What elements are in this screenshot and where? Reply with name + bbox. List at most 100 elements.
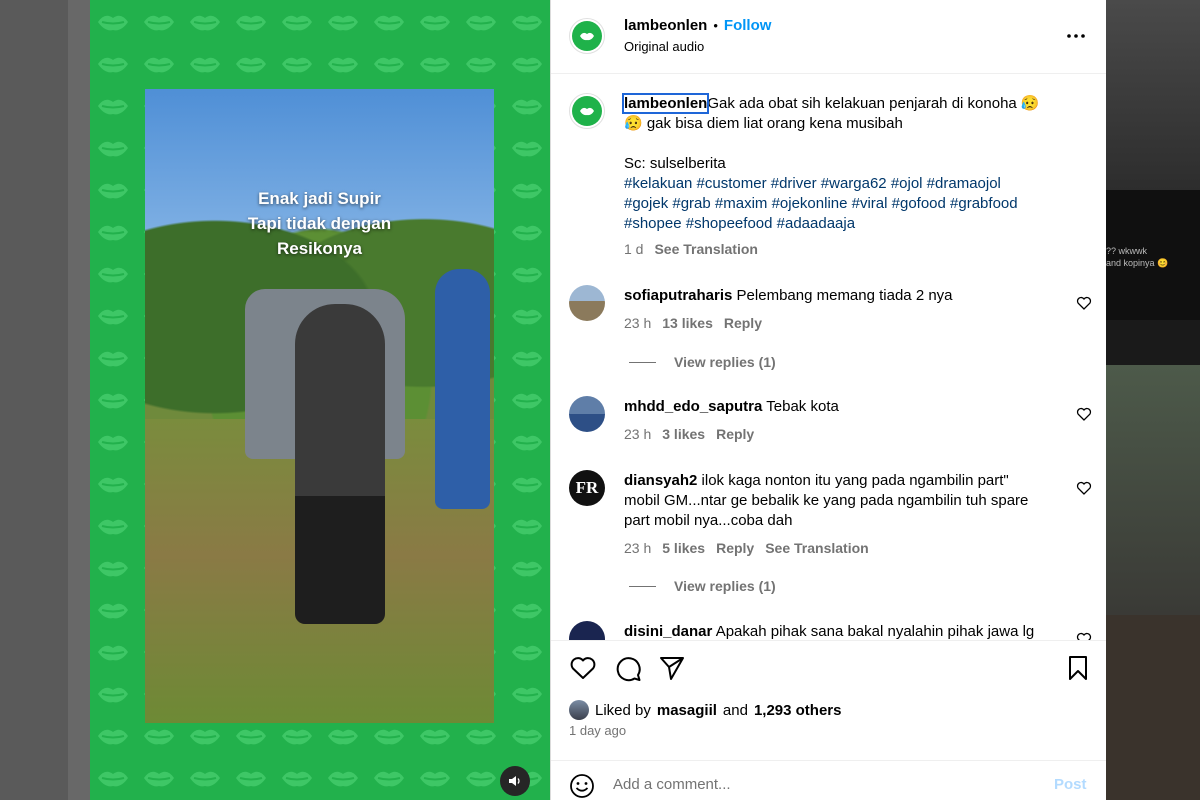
comment-text: disini_danar Apakah pihak sana bakal nya… bbox=[624, 622, 1069, 640]
dimmed-background-right: ?? wkwwk and kopinya 😊 bbox=[1106, 0, 1200, 800]
dimmed-background-left bbox=[0, 0, 90, 800]
caption-line2: 😥 gak bisa diem liat orang kena musibah bbox=[624, 115, 903, 132]
comment-body: Pelembang memang tiada 2 nya bbox=[736, 287, 953, 304]
mute-button[interactable] bbox=[500, 766, 530, 796]
background-snippet-line: ?? wkwwk bbox=[1106, 246, 1148, 256]
comment-meta: 23 h 13 likes Reply bbox=[624, 315, 762, 331]
view-replies-label: View replies (1) bbox=[674, 354, 776, 370]
comment-username[interactable]: disini_danar bbox=[624, 623, 712, 640]
post-media[interactable]: Enak jadi Supir Tapi tidak dengan Resiko… bbox=[90, 0, 550, 800]
follow-button[interactable]: Follow bbox=[724, 17, 772, 34]
send-icon[interactable] bbox=[659, 655, 685, 681]
post-detail-panel: lambeonlen • Follow Original audio lambe… bbox=[550, 0, 1106, 800]
heart-icon[interactable] bbox=[1076, 406, 1092, 422]
comment-body: Tebak kota bbox=[766, 398, 839, 415]
lips-logo-icon bbox=[580, 107, 594, 116]
post-caption: lambeonlenGak ada obat sih kelakuan penj… bbox=[621, 93, 1069, 234]
comment-meta: 23 h 3 likes Reply bbox=[624, 426, 754, 442]
comment-username[interactable]: diansyah2 bbox=[624, 472, 697, 489]
header-separator: • bbox=[713, 18, 718, 33]
author-avatar[interactable] bbox=[569, 18, 605, 54]
comment-username[interactable]: sofiaputraharis bbox=[624, 287, 732, 304]
background-tile bbox=[1106, 615, 1200, 800]
add-comment-bar: Add a comment... Post bbox=[551, 760, 1106, 800]
heart-icon[interactable] bbox=[569, 655, 597, 681]
overlay-line: Tapi tidak dengan bbox=[247, 214, 392, 233]
reply-button[interactable]: Reply bbox=[724, 315, 762, 331]
liker-username[interactable]: masagiil bbox=[657, 702, 717, 719]
background-tile bbox=[1106, 365, 1200, 615]
comment-body: Apakah pihak sana bakal nyalahin pihak j… bbox=[715, 623, 1035, 640]
avatar-initials: FR bbox=[575, 478, 599, 497]
comment-body: part mobil nya...coba dah bbox=[624, 512, 793, 529]
video-frame[interactable]: Enak jadi Supir Tapi tidak dengan Resiko… bbox=[145, 89, 494, 723]
replies-line bbox=[629, 361, 656, 363]
caption-meta: 1 d See Translation bbox=[624, 241, 758, 257]
comment-time[interactable]: 23 h bbox=[624, 426, 651, 442]
speaker-icon bbox=[509, 776, 520, 786]
comment-icon[interactable] bbox=[614, 655, 642, 683]
see-translation-button[interactable]: See Translation bbox=[765, 540, 868, 556]
see-translation-button[interactable]: See Translation bbox=[654, 241, 757, 257]
post-comment-button[interactable]: Post bbox=[1054, 776, 1087, 793]
reply-button[interactable]: Reply bbox=[716, 426, 754, 442]
view-replies-button[interactable]: View replies (1) bbox=[629, 354, 776, 370]
video-person-driver bbox=[295, 304, 385, 624]
comment-body: ilok kaga nonton itu yang pada ngambilin… bbox=[701, 472, 1009, 489]
video-text-overlay: Enak jadi Supir Tapi tidak dengan Resiko… bbox=[145, 186, 494, 261]
replies-line bbox=[629, 585, 656, 587]
post-header: lambeonlen • Follow Original audio bbox=[551, 0, 1106, 74]
comment-likes[interactable]: 3 likes bbox=[662, 426, 705, 442]
caption-line1: Gak ada obat sih kelakuan penjarah di ko… bbox=[707, 95, 1040, 112]
comment-avatar[interactable] bbox=[569, 285, 605, 321]
view-replies-button[interactable]: View replies (1) bbox=[629, 578, 776, 594]
liker-avatar[interactable] bbox=[569, 700, 589, 720]
more-horizontal-icon bbox=[1067, 34, 1085, 38]
comment-avatar[interactable]: FR bbox=[569, 470, 605, 506]
background-tile bbox=[1106, 0, 1200, 190]
overlay-line: Resikonya bbox=[276, 239, 363, 258]
comment-time[interactable]: 23 h bbox=[624, 315, 651, 331]
comment-avatar[interactable] bbox=[569, 396, 605, 432]
comment-avatar[interactable] bbox=[569, 621, 605, 640]
original-audio-link[interactable]: Original audio bbox=[624, 39, 704, 54]
caption-source: Sc: sulselberita bbox=[624, 155, 726, 172]
hashtags[interactable]: #gojek #grab #maxim #ojekonline #viral #… bbox=[624, 195, 1018, 212]
bookmark-icon[interactable] bbox=[1067, 655, 1089, 681]
likes-prefix: Liked by bbox=[595, 701, 651, 719]
comment-body: mobil GM...ntar ge bebalik ke yang pada … bbox=[624, 492, 1029, 509]
author-username[interactable]: lambeonlen bbox=[624, 17, 707, 34]
post-action-bar bbox=[551, 640, 1106, 700]
comments-scroll-area[interactable]: lambeonlenGak ada obat sih kelakuan penj… bbox=[551, 75, 1106, 640]
background-snippet-line: and kopinya 😊 bbox=[1106, 258, 1169, 268]
hashtags[interactable]: #kelakuan #customer #driver #warga62 #oj… bbox=[624, 175, 1001, 192]
post-date[interactable]: 1 day ago bbox=[569, 723, 626, 738]
heart-icon[interactable] bbox=[1076, 631, 1092, 640]
comment-time[interactable]: 23 h bbox=[624, 540, 651, 556]
comment-text: mhdd_edo_saputra Tebak kota bbox=[624, 397, 1069, 417]
caption-time[interactable]: 1 d bbox=[624, 241, 643, 257]
comment-likes[interactable]: 13 likes bbox=[662, 315, 713, 331]
likes-others[interactable]: 1,293 others bbox=[754, 702, 842, 719]
comment-username[interactable]: mhdd_edo_saputra bbox=[624, 398, 762, 415]
more-options-button[interactable] bbox=[1065, 26, 1087, 46]
comment-text: sofiaputraharis Pelembang memang tiada 2… bbox=[624, 286, 1069, 306]
view-replies-label: View replies (1) bbox=[674, 578, 776, 594]
heart-icon[interactable] bbox=[1076, 480, 1092, 496]
comment-likes[interactable]: 5 likes bbox=[662, 540, 705, 556]
likes-summary: Liked by masagiil and 1,293 others bbox=[569, 700, 841, 720]
reply-button[interactable]: Reply bbox=[716, 540, 754, 556]
background-snippet: ?? wkwwk and kopinya 😊 bbox=[1106, 245, 1168, 269]
dimmed-strip bbox=[68, 0, 90, 800]
caption-username[interactable]: lambeonlen bbox=[621, 93, 710, 114]
emoji-icon[interactable] bbox=[569, 773, 595, 799]
caption-author-avatar[interactable] bbox=[569, 93, 605, 129]
likes-and: and bbox=[722, 701, 748, 719]
comment-meta: 23 h 5 likes Reply See Translation bbox=[624, 540, 869, 556]
lips-logo-icon bbox=[580, 32, 594, 41]
hashtags[interactable]: #shopee #shopeefood #adaadaaja bbox=[624, 215, 855, 232]
background-tile bbox=[1106, 320, 1200, 365]
add-comment-input[interactable]: Add a comment... bbox=[613, 776, 731, 793]
heart-icon[interactable] bbox=[1076, 295, 1092, 311]
overlay-line: Enak jadi Supir bbox=[258, 189, 381, 208]
